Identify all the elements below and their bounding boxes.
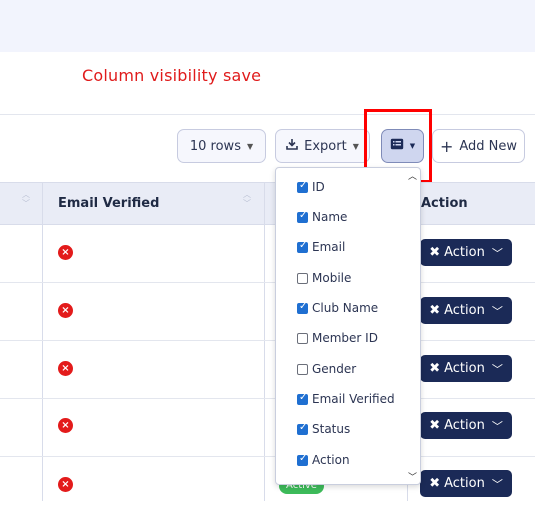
chevron-down-icon: ﹀ (491, 362, 503, 376)
column-option-label: Club Name (312, 301, 379, 315)
checkbox[interactable] (297, 272, 308, 284)
column-option-label: Email Verified (312, 392, 395, 406)
tools-icon: ✖ (429, 361, 441, 376)
download-icon (286, 138, 298, 154)
add-new-label: Add New (459, 138, 518, 154)
rows-label: 10 rows (189, 138, 241, 154)
action-label: Action (444, 476, 485, 491)
add-new-button[interactable]: + Add New (432, 129, 525, 163)
chevron-down-icon: ﹀ (491, 419, 503, 433)
column-option-email[interactable]: Email (297, 240, 345, 254)
column-option-label: Member ID (312, 331, 378, 345)
column-option-id[interactable]: ID (297, 180, 325, 194)
x-circle-icon: × (58, 245, 73, 260)
column-option-status[interactable]: Status (297, 422, 350, 436)
tools-icon: ✖ (429, 303, 441, 318)
x-circle-icon: × (58, 361, 73, 376)
row-action-button[interactable]: ✖ Action ﹀ (420, 412, 512, 439)
export-label: Export (304, 138, 347, 154)
action-label: Action (444, 245, 485, 260)
tools-icon: ✖ (429, 418, 441, 433)
column-option-label: Status (312, 422, 351, 436)
column-option-action[interactable]: Action (297, 453, 350, 467)
table-header: Email Verified Action (0, 182, 535, 225)
column-option-mobile[interactable]: Mobile (297, 271, 351, 285)
column-option-label: Name (312, 210, 348, 224)
divider (0, 114, 535, 115)
chevron-down-icon: ﹀ (491, 477, 503, 491)
column-option-club-name[interactable]: Club Name (297, 301, 378, 315)
sort-icon[interactable]: ︿ ﹀ (22, 190, 30, 208)
column-option-gender[interactable]: Gender (297, 362, 356, 376)
row-action-button[interactable]: ✖ Action ﹀ (420, 239, 512, 266)
header-action[interactable]: Action (421, 183, 468, 224)
top-band (0, 0, 535, 52)
sort-icon[interactable]: ︿ ﹀ (243, 190, 251, 208)
checkbox[interactable] (297, 363, 308, 375)
annotation-text: Column visibility save (82, 66, 262, 85)
row-action-button[interactable]: ✖ Action ﹀ (420, 470, 512, 497)
column-option-email-verified[interactable]: Email Verified (297, 392, 395, 406)
column-visibility-menu: ID Name Email Mobile Club Name Member ID… (275, 167, 421, 485)
action-label: Action (444, 418, 485, 433)
checkbox[interactable] (297, 301, 308, 314)
checkbox[interactable] (297, 240, 308, 253)
caret-down-icon: ▼ (246, 141, 254, 151)
checkbox[interactable] (297, 392, 308, 405)
rows-per-page-button[interactable]: 10 rows ▼ (177, 129, 266, 163)
column-option-label: ID (312, 180, 325, 194)
tools-icon: ✖ (429, 245, 441, 260)
column-option-name[interactable]: Name (297, 210, 347, 224)
checkbox[interactable] (297, 422, 308, 435)
caret-down-icon: ▼ (352, 141, 359, 151)
header-email-verified[interactable]: Email Verified (58, 183, 159, 224)
chevron-down-icon: ﹀ (491, 246, 503, 260)
menu-scrollbar[interactable]: ︿ ﹀ (406, 169, 419, 483)
x-circle-icon: × (58, 418, 73, 433)
column-option-member-id[interactable]: Member ID (297, 331, 378, 345)
x-circle-icon: × (58, 477, 73, 492)
checkbox[interactable] (297, 180, 308, 193)
column-option-label: Action (312, 453, 350, 467)
column-option-label: Gender (312, 362, 357, 376)
checkbox[interactable] (297, 332, 308, 344)
checkbox[interactable] (297, 453, 308, 466)
export-button[interactable]: Export ▼ (275, 129, 370, 163)
action-label: Action (444, 361, 485, 376)
column-option-label: Email (312, 240, 346, 254)
row-action-button[interactable]: ✖ Action ﹀ (420, 355, 512, 382)
row-action-button[interactable]: ✖ Action ﹀ (420, 297, 512, 324)
scroll-down-icon[interactable]: ﹀ (408, 470, 417, 483)
column-option-label: Mobile (312, 271, 352, 285)
chevron-down-icon: ﹀ (491, 304, 503, 318)
action-label: Action (444, 303, 485, 318)
plus-icon: + (439, 136, 454, 156)
scroll-up-icon[interactable]: ︿ (408, 169, 417, 182)
checkbox[interactable] (297, 210, 308, 223)
x-circle-icon: × (58, 303, 73, 318)
tools-icon: ✖ (429, 476, 441, 491)
